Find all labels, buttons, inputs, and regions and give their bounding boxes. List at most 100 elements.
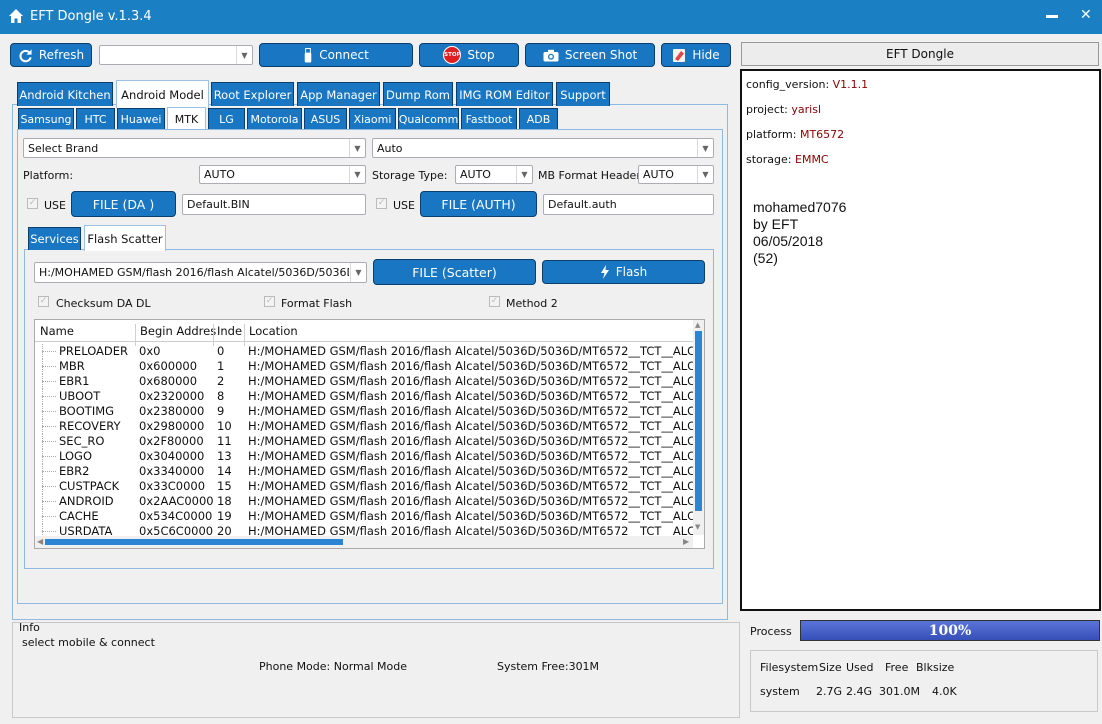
scroll-up-icon[interactable]: ▲ — [695, 321, 700, 329]
brand-select[interactable]: Select Brand ▼ — [23, 138, 366, 158]
tab-support[interactable]: Support — [556, 82, 610, 106]
tab-huawei[interactable]: Huawei — [117, 108, 165, 130]
auth-file-input[interactable]: Default.auth — [543, 194, 714, 215]
tab-dump-rom[interactable]: Dump Rom — [383, 82, 453, 106]
column-header-name[interactable]: Name — [40, 324, 74, 338]
table-row[interactable]: RECOVERY 0x2980000 10 H:/MOHAMED GSM/flash … — [35, 419, 704, 434]
file-scatter-button[interactable]: FILE (Scatter) — [373, 259, 536, 285]
flash-button[interactable]: Flash — [542, 260, 705, 284]
connect-button[interactable]: Connect — [259, 43, 413, 67]
tab-adb[interactable]: ADB — [519, 108, 558, 130]
tab-img-rom-editor[interactable]: IMG ROM Editor — [456, 82, 553, 106]
cell-location: H:/MOHAMED GSM/flash 2016/flash Alcatel/… — [248, 464, 705, 478]
tab-mtk[interactable]: MTK — [167, 107, 206, 131]
tab-flash-scatter[interactable]: Flash Scatter — [84, 225, 166, 251]
config-version-value: V1.1.1 — [832, 78, 869, 91]
checksum-da-dl-checkbox[interactable]: ✓ — [38, 296, 49, 307]
cell-name: UBOOT — [59, 389, 101, 403]
tab-android-kitchen[interactable]: Android Kitchen — [17, 82, 113, 106]
cell-location: H:/MOHAMED GSM/flash 2016/flash Alcatel/… — [248, 419, 705, 433]
column-header-begin-address[interactable]: Begin Addres — [140, 324, 216, 338]
platform-value: MT6572 — [799, 128, 845, 141]
tab-app-manager[interactable]: App Manager — [297, 82, 380, 106]
tab-fastboot[interactable]: Fastboot — [461, 108, 517, 130]
tab-qualcomm[interactable]: Qualcomm — [398, 108, 459, 130]
method-2-checkbox[interactable]: ✓ — [489, 296, 500, 307]
cell-name: RECOVERY — [59, 419, 121, 433]
port-select[interactable]: ▼ — [99, 45, 253, 65]
vertical-scroll-thumb[interactable] — [695, 331, 702, 511]
chevron-down-icon: ▼ — [697, 139, 713, 157]
table-row[interactable]: MBR 0x600000 1 H:/MOHAMED GSM/flash 2016/fl… — [35, 359, 704, 374]
cell-index: 8 — [217, 389, 225, 403]
tree-branch — [42, 366, 56, 367]
da-file-input[interactable]: Default.BIN — [182, 194, 366, 215]
tab-xiaomi[interactable]: Xiaomi — [349, 108, 396, 130]
table-row[interactable]: ANDROID 0x2AAC0000 18 H:/MOHAMED GSM/flash … — [35, 494, 704, 509]
tree-branch — [42, 456, 56, 457]
format-flash-checkbox[interactable]: ✓ — [264, 296, 275, 307]
tab-root-explorer[interactable]: Root Explorer — [211, 82, 294, 106]
credit-count: (52) — [753, 250, 778, 266]
model-select[interactable]: Auto ▼ — [372, 138, 714, 158]
table-row[interactable]: LOGO 0x3040000 13 H:/MOHAMED GSM/flash 2016… — [35, 449, 704, 464]
storage-type-value: AUTO — [460, 168, 491, 181]
tab-lg[interactable]: LG — [208, 108, 245, 130]
table-row[interactable]: UBOOT 0x2320000 8 H:/MOHAMED GSM/flash 2016… — [35, 389, 704, 404]
vertical-scrollbar[interactable]: ▲ ▼ — [693, 320, 704, 535]
cell-index: 11 — [217, 434, 232, 448]
tab-android-model[interactable]: Android Model — [116, 80, 209, 108]
scatter-path-select[interactable]: H:/MOHAMED GSM/flash 2016/flash Alcatel/… — [34, 262, 367, 283]
column-header-location[interactable]: Location — [249, 324, 298, 338]
refresh-button[interactable]: Refresh — [10, 43, 92, 67]
horizontal-scrollbar[interactable]: ◀ ▶ — [35, 536, 693, 548]
hide-label: Hide — [692, 48, 720, 62]
use-da-checkbox[interactable]: ✓ — [27, 198, 38, 209]
cell-index: 1 — [217, 359, 225, 373]
mb-format-header-label: MB Format Header — [538, 169, 641, 182]
table-row[interactable]: PRELOADER 0x0 0 H:/MOHAMED GSM/flash 2016/f… — [35, 344, 704, 359]
close-button[interactable]: ✕ — [1080, 7, 1092, 23]
file-da-button[interactable]: FILE (DA ) — [71, 191, 176, 217]
info-panel: Info select mobile & connect Phone Mode:… — [12, 621, 740, 718]
mb-format-header-select[interactable]: AUTO ▼ — [638, 165, 714, 184]
fs-cell-name: system — [760, 685, 800, 698]
scroll-down-icon[interactable]: ▼ — [695, 523, 700, 531]
table-row[interactable]: EBR1 0x680000 2 H:/MOHAMED GSM/flash 2016/f… — [35, 374, 704, 389]
platform-select[interactable]: AUTO ▼ — [199, 165, 366, 184]
cell-begin-address: 0x2320000 — [139, 389, 205, 403]
hide-button[interactable]: Hide — [661, 43, 731, 67]
tab-samsung[interactable]: Samsung — [18, 108, 74, 130]
tree-branch — [42, 411, 56, 412]
table-row[interactable]: SEC_RO 0x2F80000 11 H:/MOHAMED GSM/flash 20… — [35, 434, 704, 449]
screenshot-button[interactable]: Screen Shot — [525, 43, 655, 67]
table-row[interactable]: EBR2 0x3340000 14 H:/MOHAMED GSM/flash 2016… — [35, 464, 704, 479]
table-row[interactable]: BOOTIMG 0x2380000 9 H:/MOHAMED GSM/flash 20… — [35, 404, 704, 419]
minimize-button[interactable] — [1046, 15, 1058, 18]
stop-button[interactable]: STOP Stop — [419, 43, 519, 67]
chevron-down-icon: ▼ — [516, 166, 532, 183]
table-row[interactable]: CUSTPACK 0x33C0000 15 H:/MOHAMED GSM/flash … — [35, 479, 704, 494]
cell-location: H:/MOHAMED GSM/flash 2016/flash Alcatel/… — [248, 344, 705, 358]
use-auth-checkbox[interactable]: ✓ — [376, 198, 387, 209]
tree-branch — [42, 396, 56, 397]
cell-begin-address: 0x3040000 — [139, 449, 205, 463]
table-row[interactable]: CACHE 0x534C0000 19 H:/MOHAMED GSM/flash 20… — [35, 509, 704, 524]
file-auth-button[interactable]: FILE (AUTH) — [420, 191, 537, 217]
cell-location: H:/MOHAMED GSM/flash 2016/flash Alcatel/… — [248, 509, 705, 523]
cell-name: PRELOADER — [59, 344, 129, 358]
storage-type-select[interactable]: AUTO ▼ — [455, 165, 533, 184]
scroll-left-icon[interactable]: ◀ — [37, 537, 43, 546]
column-header-index[interactable]: Inde — [217, 324, 242, 338]
device-header-button[interactable]: EFT Dongle — [741, 42, 1099, 66]
credit-by: by EFT — [753, 216, 799, 232]
eraser-icon — [673, 48, 686, 62]
horizontal-scroll-thumb[interactable] — [45, 539, 343, 545]
tab-motorola[interactable]: Motorola — [247, 108, 302, 130]
tab-asus[interactable]: ASUS — [304, 108, 347, 130]
scroll-right-icon[interactable]: ▶ — [683, 537, 689, 546]
tab-htc[interactable]: HTC — [76, 108, 115, 130]
home-icon — [9, 9, 23, 23]
tree-branch — [42, 441, 56, 442]
tab-services[interactable]: Services — [28, 227, 81, 250]
